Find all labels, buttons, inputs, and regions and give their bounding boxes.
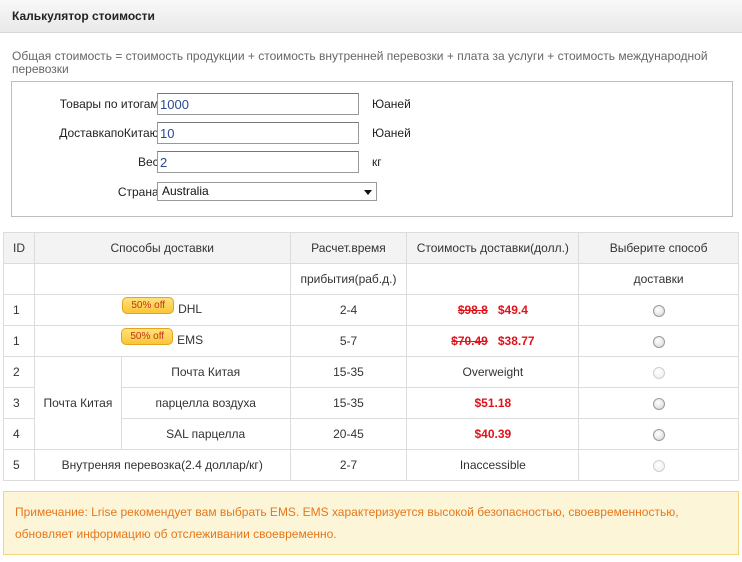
delivery-time: 20-45 [289,418,408,450]
delivery-time: 2-7 [289,449,408,481]
delivery-time: 15-35 [289,356,408,388]
method-group: Почта Китая [33,356,122,450]
col-header-choose-sub: доставки [578,263,739,295]
cost-cell: $51.18 [406,387,580,419]
table-row: 2 Почта Китая Почта Китая 15-35 Overweig… [3,356,739,450]
discount-badge: 50% off [121,327,174,345]
col-header-id: ID [3,232,35,264]
method-cell: 50% off EMS [33,325,291,357]
choose-cell [578,325,739,357]
method-name: Почта Китая [120,356,291,388]
cost-cell: $40.39 [406,418,580,450]
cost-formula: Общая стоимость = стоимость продукции + … [12,49,708,76]
goods-label: Товары по итогам: [59,97,162,111]
method-cell: 50% off DHL [33,294,291,326]
col-header-time-sub: прибытия(раб.д.) [289,263,408,295]
select-domestic-radio [652,459,665,472]
country-label: Страна: [117,185,162,199]
delivery-time: 2-4 [289,294,408,326]
select-sal-parcel-radio[interactable] [652,428,665,441]
calculator-title: Калькулятор стоимости [12,9,155,23]
col-header-time: Расчет.время [289,232,408,264]
method-name: DHL [178,301,203,316]
table-row: 1 50% off DHL 2-4 $98.8 $49.4 [3,294,739,326]
table-header-subrow: прибытия(раб.д.) доставки [3,263,739,295]
select-ems-radio[interactable] [652,335,665,348]
delivery-time: 15-35 [289,387,408,419]
table-row: 5 Внутреняя перевозка(2.4 доллар/кг) 2-7… [3,449,739,481]
cost-status: Inaccessible [406,449,580,481]
chevron-down-icon [364,190,372,195]
row-id: 5 [3,449,35,481]
col-header-choose: Выберите способ [578,232,739,264]
calculator-header: Калькулятор стоимости [0,0,742,33]
calculator-form: Товары по итогам: Юаней ДоставкапоКитаю:… [11,81,733,217]
weight-row: Вес: кг [12,151,732,173]
goods-row: Товары по итогам: Юаней [12,93,732,115]
discount-badge: 50% off [122,296,175,314]
country-selected-value: Australia [162,184,209,198]
country-select[interactable]: Australia [157,182,377,201]
select-china-post-radio [652,366,665,379]
col-header-method: Способы доставки [33,232,291,264]
table-header-row: ID Способы доставки Расчет.время Стоимос… [3,232,739,264]
choose-cell [578,418,739,450]
recommendation-note: Примечание: Lrise рекомендует вам выбрат… [3,491,739,555]
select-dhl-radio[interactable] [652,304,665,317]
col-header-cost: Стоимость доставки(долл.) [406,232,580,264]
method-name: парцелла воздуха [120,387,291,419]
delivery-unit: Юаней [372,126,411,140]
weight-unit: кг [372,155,382,169]
country-row: Страна: Australia [12,181,732,203]
cost-status: Overweight [406,356,580,388]
select-air-parcel-radio[interactable] [652,397,665,410]
cost-cell: $70.49 $38.77 [406,325,580,357]
price: $38.77 [497,334,535,348]
row-id: 1 [3,294,35,326]
row-id: 2 [3,356,35,388]
china-delivery-input[interactable] [157,122,359,144]
shipping-methods-table: ID Способы доставки Расчет.время Стоимос… [3,232,739,481]
price: $51.18 [474,396,512,410]
table-row: 1 50% off EMS 5-7 $70.49 $38.77 [3,325,739,357]
price: $49.4 [497,303,528,317]
delivery-label: ДоставкапоКитаю: [59,126,162,140]
goods-unit: Юаней [372,97,411,111]
weight-input[interactable] [157,151,359,173]
method-name: SAL парцелла [120,418,291,450]
delivery-time: 5-7 [289,325,408,357]
delivery-row: ДоставкапоКитаю: Юаней [12,122,732,144]
goods-total-input[interactable] [157,93,359,115]
method-name: EMS [177,332,204,347]
cost-cell: $98.8 $49.4 [406,294,580,326]
old-price: $70.49 [451,334,488,348]
choose-cell [578,387,739,419]
old-price: $98.8 [457,303,488,317]
row-id: 3 [3,387,35,419]
choose-cell [578,449,739,481]
choose-cell [578,356,739,388]
row-id: 1 [3,325,35,357]
choose-cell [578,294,739,326]
price: $40.39 [474,427,512,441]
method-name: Внутреняя перевозка(2.4 доллар/кг) [33,449,291,481]
row-id: 4 [3,418,35,450]
